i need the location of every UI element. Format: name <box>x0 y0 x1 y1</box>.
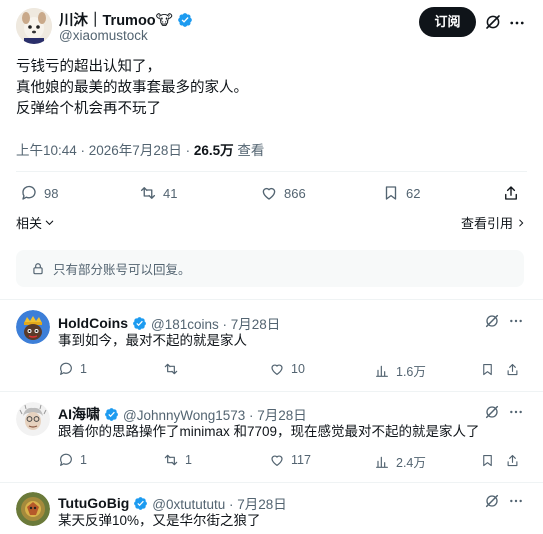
like-count: 117 <box>291 453 311 467</box>
repost-icon <box>139 184 157 202</box>
repost-icon <box>163 452 179 468</box>
reply-author-name[interactable]: TutuGoBig <box>58 495 129 511</box>
more-options-icon[interactable] <box>508 404 524 420</box>
author-name[interactable]: 川沐｜Trumoo🐮 <box>59 9 173 30</box>
reply-text: 跟着你的思路操作了minimax 和7709，现在感觉最对不起的就是家人了 <box>58 424 480 439</box>
timestamp-text[interactable]: 上午10:44 · 2026年7月28日 · <box>16 143 194 158</box>
more-options-icon[interactable] <box>508 493 524 509</box>
views-count: 1.6万 <box>396 365 426 379</box>
author-handle[interactable]: @xiaomustock <box>59 28 148 43</box>
analytics-icon <box>374 363 390 379</box>
reply-icon <box>20 184 38 202</box>
like-count: 10 <box>291 362 305 376</box>
verified-badge-icon <box>177 12 193 28</box>
post-line: 真他娘的最美的故事套最多的家人。 <box>16 80 248 96</box>
heart-icon <box>269 452 285 468</box>
like-action[interactable]: 117 <box>269 452 311 468</box>
verified-badge-icon <box>132 316 147 331</box>
like-count: 866 <box>284 185 306 201</box>
bookmark-count: 62 <box>406 185 421 201</box>
grok-icon[interactable] <box>484 404 500 420</box>
chevron-down-icon <box>44 217 55 228</box>
lock-icon <box>31 262 45 276</box>
reply-icon <box>58 452 74 468</box>
repost-action[interactable]: 41 <box>139 184 177 202</box>
grok-icon[interactable] <box>484 493 500 509</box>
repost-count: 41 <box>163 185 178 201</box>
bookmark-action[interactable]: 62 <box>382 184 420 202</box>
subscribe-button[interactable]: 订阅 <box>419 7 476 37</box>
reply-author-name[interactable]: AI海啸 <box>58 404 100 424</box>
like-action[interactable]: 10 <box>269 361 305 377</box>
related-label: 相关 <box>16 216 43 231</box>
verified-badge-icon <box>133 496 148 511</box>
share-icon[interactable] <box>502 184 520 202</box>
reply-handle[interactable]: @0xtutututu · 7月28日 <box>152 493 287 513</box>
more-options-icon[interactable] <box>508 14 526 32</box>
post-line: 反弹给个机会再不玩了 <box>16 101 161 117</box>
view-quotes-link[interactable]: 查看引用 <box>461 213 526 232</box>
views-label: 查看 <box>233 143 265 158</box>
quotes-label: 查看引用 <box>461 216 514 231</box>
post-line: 亏钱亏的超出认知了， <box>16 59 161 75</box>
divider <box>0 482 543 483</box>
reply-count: 1 <box>80 362 87 376</box>
bookmark-icon[interactable] <box>480 453 495 468</box>
like-action[interactable]: 866 <box>260 184 306 202</box>
divider <box>0 391 543 392</box>
related-dropdown[interactable]: 相关 <box>16 213 55 232</box>
reply-action[interactable]: 1 <box>58 452 87 468</box>
repost-count: 1 <box>185 453 192 467</box>
bookmark-icon[interactable] <box>480 362 495 377</box>
author-avatar[interactable] <box>16 8 52 44</box>
divider <box>16 171 527 172</box>
reply-handle[interactable]: @181coins · 7月28日 <box>151 313 280 333</box>
notice-text: 只有部分账号可以回复。 <box>53 263 191 277</box>
verified-badge-icon <box>104 407 119 422</box>
heart-icon <box>260 184 278 202</box>
reply-restriction-notice: 只有部分账号可以回复。 <box>16 250 524 287</box>
grok-icon[interactable] <box>484 313 500 329</box>
reply-text: 事到如今，最对不起的就是家人 <box>58 333 247 348</box>
reply-text: 某天反弹10%，又是华尔街之狼了 <box>58 513 261 528</box>
reply-action[interactable]: 1 <box>58 361 87 377</box>
reply-action[interactable]: 98 <box>20 184 58 202</box>
reply-icon <box>58 361 74 377</box>
share-icon[interactable] <box>505 453 520 468</box>
views-count: 2.4万 <box>396 456 426 470</box>
analytics-icon <box>374 454 390 470</box>
chevron-right-icon <box>516 218 526 228</box>
bookmark-icon <box>382 184 400 202</box>
views-action[interactable]: 2.4万 <box>374 452 426 471</box>
reply-handle[interactable]: @JohnnyWong1573 · 7月28日 <box>123 404 307 424</box>
more-options-icon[interactable] <box>508 313 524 329</box>
share-icon[interactable] <box>505 362 520 377</box>
reply-count: 1 <box>80 453 87 467</box>
reply-author-name[interactable]: HoldCoins <box>58 315 128 331</box>
reply-avatar[interactable] <box>16 310 50 344</box>
repost-icon <box>163 361 179 377</box>
reply-avatar[interactable] <box>16 492 50 526</box>
views-action[interactable]: 1.6万 <box>374 361 426 380</box>
grok-icon[interactable] <box>484 13 502 31</box>
reply-avatar[interactable] <box>16 402 50 436</box>
repost-action[interactable] <box>163 361 185 377</box>
divider <box>0 299 543 300</box>
heart-icon <box>269 361 285 377</box>
repost-action[interactable]: 1 <box>163 452 192 468</box>
post-text: 亏钱亏的超出认知了， 真他娘的最美的故事套最多的家人。 反弹给个机会再不玩了 <box>16 57 248 120</box>
reply-count: 98 <box>44 185 59 201</box>
post-timestamp: 上午10:44 · 2026年7月28日 · 26.5万 查看 <box>16 139 264 159</box>
views-count: 26.5万 <box>193 143 234 158</box>
